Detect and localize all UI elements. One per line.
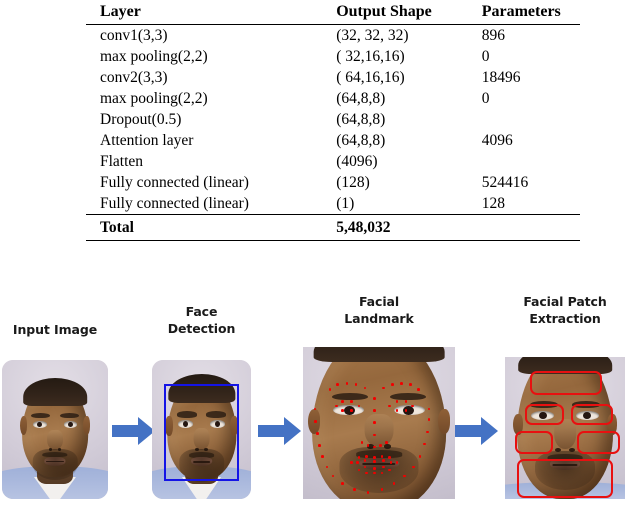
cell-parameters: 524416 [481, 174, 529, 191]
cell-layer: Attention layer [100, 132, 194, 149]
facial-landmark-photo [303, 347, 455, 499]
cell-layer: max pooling(2,2) [100, 90, 208, 107]
cell-layer: max pooling(2,2) [100, 48, 208, 65]
face-bounding-box [163, 383, 240, 481]
patch-left-cheek [514, 430, 553, 454]
ear-right [438, 409, 451, 434]
cell-total-value: 5,48,032 [336, 214, 482, 241]
cell-parameters: 0 [481, 48, 490, 65]
hair [313, 347, 445, 363]
table-row: Flatten (4096) [86, 151, 580, 172]
cell-output-shape: (4096) [336, 153, 378, 170]
stage-label-facial-patch-extraction: Facial Patch Extraction [492, 293, 638, 327]
table-row: Dropout(0.5) (64,8,8) [86, 109, 580, 130]
stage-label-line1: Facial [358, 294, 400, 309]
patch-mouth-chin [517, 459, 613, 498]
cell-parameters: 18496 [481, 69, 521, 86]
stage-label-input-image: Input Image [0, 321, 112, 338]
patch-right-cheek [577, 430, 621, 454]
cell-parameters: 0 [481, 90, 490, 107]
column-header-parameters: Parameters [481, 0, 580, 25]
cell-output-shape: ( 32,16,16) [336, 48, 405, 65]
cell-parameters [482, 151, 580, 172]
table-row: max pooling(2,2) ( 32,16,16) 0 [86, 46, 580, 67]
table-row: Fully connected (linear) (128) 524416 [86, 172, 580, 193]
cell-layer: Fully connected (linear) [100, 195, 249, 212]
cell-output-shape: (64,8,8) [336, 132, 386, 149]
eyebrow-right [389, 392, 427, 401]
cell-output-shape: (1) [336, 195, 355, 212]
face-detection-photo [152, 360, 251, 499]
stage-label-facial-landmark: Facial Landmark [303, 293, 455, 327]
cell-output-shape: (64,8,8) [336, 90, 386, 107]
stage-label-line2: Detection [167, 321, 236, 336]
cell-output-shape: (32, 32, 32) [336, 27, 409, 44]
network-architecture-table: Layer Output Shape Parameters conv1(3,3)… [86, 0, 580, 241]
architecture-table: Layer Output Shape Parameters conv1(3,3)… [86, 0, 580, 241]
table-row: conv1(3,3) (32, 32, 32) 896 [86, 25, 580, 47]
patch-right-eye [571, 403, 613, 426]
cell-layer: Dropout(0.5) [100, 111, 182, 128]
beard [32, 448, 78, 480]
table-header: Layer Output Shape Parameters [86, 0, 580, 25]
table-header-row: Layer Output Shape Parameters [86, 0, 580, 25]
facial-patch-photo [505, 357, 625, 499]
stage-label-line1: Input Image [12, 322, 98, 337]
patch-left-eye [525, 403, 564, 426]
beard [339, 447, 419, 493]
stage-label-line1: Face [185, 304, 218, 319]
table-row: Attention layer (64,8,8) 4096 [86, 130, 580, 151]
stage-label-line2: Extraction [529, 311, 601, 326]
cell-total-label: Total [86, 214, 337, 241]
table-row: max pooling(2,2) (64,8,8) 0 [86, 88, 580, 109]
eyebrow-left [30, 412, 50, 419]
cell-output-shape: (128) [336, 174, 370, 191]
cell-parameters: 128 [481, 195, 505, 212]
pipeline-arrow-1 [112, 417, 155, 445]
table-body: conv1(3,3) (32, 32, 32) 896 max pooling(… [86, 25, 580, 241]
cell-output-shape: ( 64,16,16) [336, 69, 405, 86]
stage-label-line2: Landmark [344, 311, 414, 326]
patch-forehead [530, 371, 603, 396]
cell-layer: conv1(3,3) [100, 27, 168, 44]
nose [364, 413, 394, 448]
table-row: Fully connected (linear) (1) 128 [86, 193, 580, 215]
table-total-row: Total 5,48,032 [86, 214, 580, 241]
ear-right [82, 415, 90, 436]
cell-layer: conv2(3,3) [100, 69, 168, 86]
input-image-photo [2, 360, 108, 499]
cell-parameters [482, 109, 580, 130]
column-header-layer: Layer [86, 0, 337, 25]
pipeline-arrow-3 [455, 417, 498, 445]
cell-total-params [481, 214, 580, 241]
pipeline-arrow-2 [258, 417, 301, 445]
face-processing-pipeline: Input Image Face Detection Facial Landma… [0, 285, 638, 514]
table-row: conv2(3,3) ( 64,16,16) 18496 [86, 67, 580, 88]
eyebrow-left [331, 392, 369, 401]
cell-output-shape: (64,8,8) [336, 111, 386, 128]
cell-parameters: 896 [481, 27, 505, 44]
cell-layer: Fully connected (linear) [100, 174, 249, 191]
stage-label-face-detection: Face Detection [148, 303, 255, 337]
cell-parameters: 4096 [481, 132, 513, 149]
stage-label-line1: Facial Patch [523, 294, 607, 309]
column-header-output-shape: Output Shape [336, 0, 482, 25]
cell-layer: Flatten [100, 153, 144, 170]
